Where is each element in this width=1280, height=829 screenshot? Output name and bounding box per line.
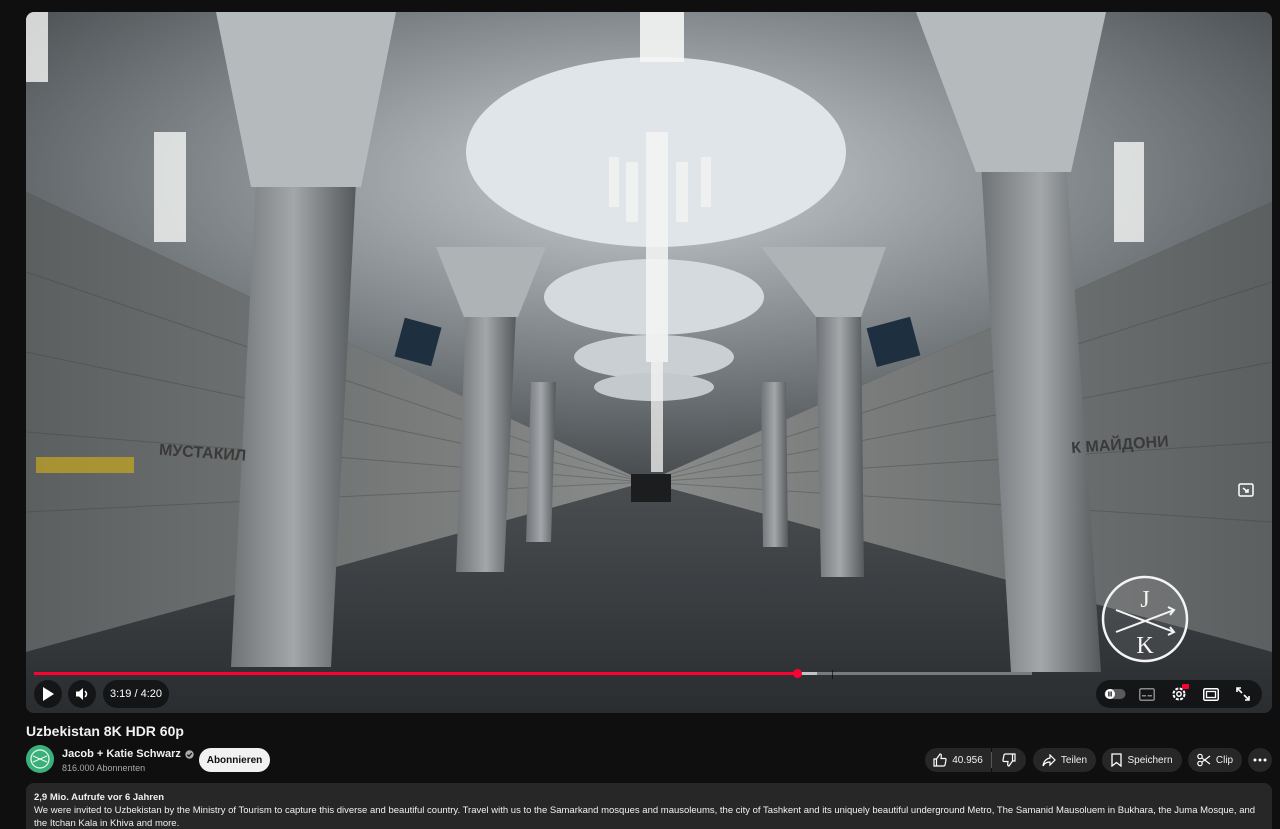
play-button[interactable] — [34, 680, 62, 708]
time-display: 3:19 / 4:20 — [103, 680, 169, 708]
subtitles-icon — [1139, 687, 1155, 701]
more-horizontal-icon — [1253, 758, 1267, 762]
thumbs-up-icon — [933, 753, 947, 767]
video-frame[interactable]: МУСТАКИЛ К МАЙДОНИ — [26, 12, 1272, 713]
subtitles-button[interactable] — [1136, 687, 1158, 701]
right-controls — [1096, 680, 1262, 708]
save-button[interactable]: Speichern — [1102, 748, 1182, 772]
save-label: Speichern — [1127, 754, 1173, 766]
avatar[interactable] — [26, 745, 54, 773]
time-text: 3:19 / 4:20 — [110, 688, 162, 700]
bookmark-icon — [1111, 753, 1123, 767]
play-icon — [43, 687, 54, 701]
like-count: 40.956 — [952, 754, 983, 766]
channel-name[interactable]: Jacob + Katie Schwarz — [62, 748, 181, 760]
description-box[interactable]: 2,9 Mio. Aufrufe vor 6 Jahren We were in… — [26, 783, 1272, 829]
fullscreen-button[interactable] — [1232, 687, 1254, 701]
view-meta: 2,9 Mio. Aufrufe vor 6 Jahren — [34, 792, 165, 803]
scissors-icon — [1197, 753, 1211, 767]
autoplay-toggle-icon — [1104, 689, 1126, 699]
more-actions-button[interactable] — [1248, 748, 1272, 772]
settings-button[interactable] — [1168, 684, 1190, 702]
watermark-letter-k: K — [1136, 633, 1154, 659]
clip-label: Clip — [1215, 754, 1234, 766]
share-button[interactable]: Teilen — [1033, 748, 1096, 772]
channel-name-row[interactable]: Jacob + Katie Schwarz — [62, 748, 194, 760]
mute-button[interactable] — [68, 680, 96, 708]
channel-watermark-icon[interactable]: J K — [1100, 574, 1190, 664]
dislike-button[interactable] — [992, 748, 1026, 772]
thumbs-down-icon — [1002, 753, 1016, 767]
theater-mode-button[interactable] — [1200, 687, 1222, 701]
miniplayer-icon[interactable] — [1238, 482, 1254, 503]
theater-mode-icon — [1203, 687, 1219, 701]
share-label: Teilen — [1060, 754, 1088, 766]
subscriber-count: 816.000 Abonnenten — [62, 763, 146, 773]
volume-icon — [76, 688, 88, 700]
verified-check-icon — [185, 749, 194, 759]
subscribe-button[interactable]: Abonnieren — [199, 748, 270, 772]
watermark-letter-j: J — [1140, 587, 1149, 613]
share-arrow-icon — [1042, 753, 1056, 766]
clip-button[interactable]: Clip — [1188, 748, 1242, 772]
hd-badge-icon — [1182, 684, 1189, 689]
like-button[interactable]: 40.956 — [925, 748, 991, 772]
progress-bar[interactable] — [34, 669, 1032, 679]
description-text: We were invited to Uzbekistan by the Min… — [34, 805, 1256, 829]
autoplay-toggle[interactable] — [1104, 688, 1126, 700]
video-title: Uzbekistan 8K HDR 60p — [26, 723, 184, 739]
video-player[interactable]: МУСТАКИЛ К МАЙДОНИ J K 3:19 / 4:20 — [26, 12, 1272, 713]
fullscreen-icon — [1236, 687, 1250, 701]
